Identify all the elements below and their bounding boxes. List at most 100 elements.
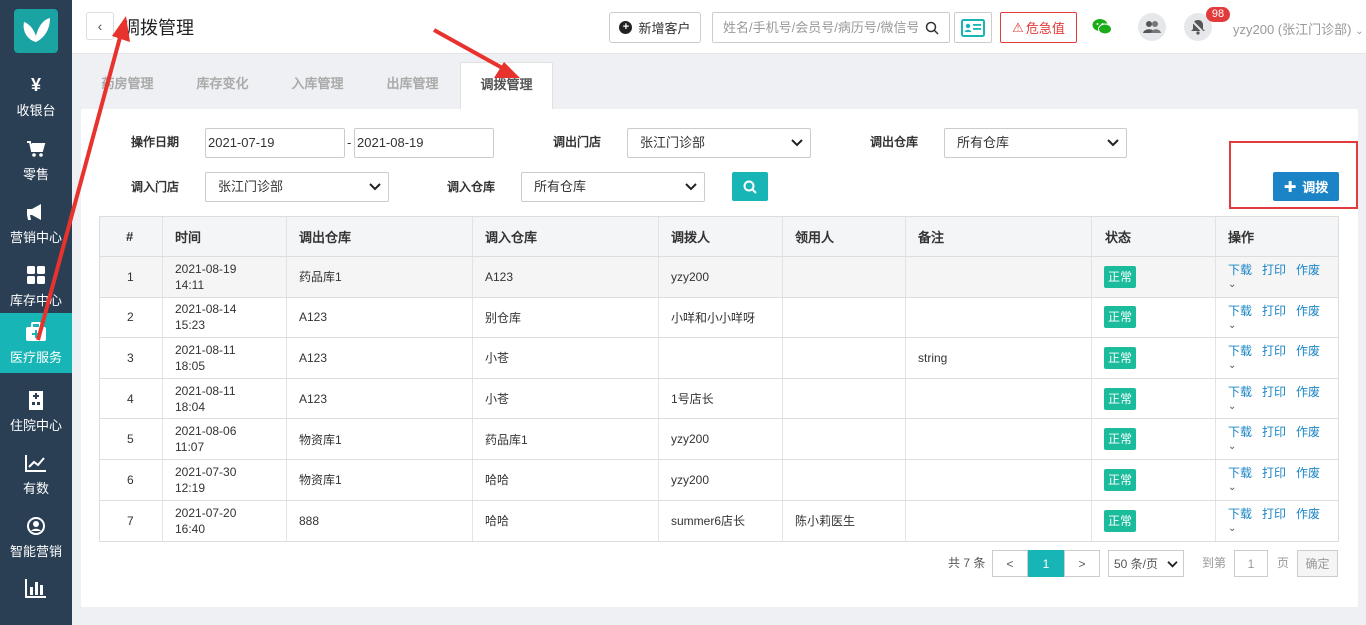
cell-index: 6 — [127, 472, 134, 487]
void-link[interactable]: 作废 — [1296, 344, 1320, 358]
download-link[interactable]: 下载 — [1228, 466, 1252, 480]
cell-date: 2021-07-20 — [175, 505, 237, 520]
goto-page-input[interactable]: 1 — [1234, 550, 1268, 577]
back-button[interactable]: ‹ — [86, 12, 114, 40]
pagination-next-button[interactable]: > — [1064, 550, 1100, 577]
group-users-icon[interactable] — [1138, 13, 1166, 41]
cell-out-warehouse: A123 — [299, 310, 328, 325]
status-badge: 正常 — [1104, 265, 1137, 288]
cell-time: 2021-08-11 18:05 — [175, 338, 236, 378]
cell-time: 2021-07-30 12:19 — [175, 460, 236, 500]
wechat-icon[interactable] — [1091, 16, 1113, 38]
id-card-button[interactable] — [954, 12, 992, 43]
cell-out-warehouse: 物资库1 — [299, 432, 342, 447]
new-customer-button[interactable]: + 新增客户 — [609, 12, 701, 43]
cell-index: 5 — [127, 432, 134, 447]
download-link[interactable]: 下载 — [1228, 344, 1252, 358]
app-logo[interactable] — [14, 9, 58, 53]
cell-time: 2021-07-20 16:40 — [175, 501, 236, 542]
cell-in-warehouse: 小苍 — [485, 351, 510, 366]
cell-status: 正常 — [1104, 338, 1137, 378]
cell-status: 正常 — [1104, 501, 1137, 542]
download-link[interactable]: 下载 — [1228, 507, 1252, 521]
out-store-select[interactable]: 张江门诊部 — [627, 128, 811, 158]
megaphone-icon — [25, 200, 47, 224]
col-header-receiver: 领用人 — [795, 230, 835, 245]
chevron-down-icon[interactable]: ⌄ — [1228, 320, 1330, 331]
cell-clock: 14:11 — [175, 277, 205, 292]
pagination-prev-button[interactable]: < — [992, 550, 1028, 577]
search-icon — [743, 180, 757, 194]
critical-value-button[interactable]: ⚠ 危急值 — [1000, 12, 1077, 43]
sidebar-item-inventory[interactable]: 库存中心 — [0, 256, 72, 316]
critical-value-label: 危急值 — [1025, 21, 1065, 36]
trend-icon — [25, 451, 47, 475]
print-link[interactable]: 打印 — [1262, 344, 1286, 358]
sidebar-item-reports[interactable] — [0, 560, 72, 616]
add-transfer-button[interactable]: ✚ 调拨 — [1273, 172, 1339, 201]
chevron-down-icon — [1167, 561, 1178, 568]
sidebar-item-smart-marketing[interactable]: 智能营销 — [0, 507, 72, 567]
tab-stock-change[interactable]: 库存变化 — [175, 62, 270, 110]
sidebar-item-marketing[interactable]: 营销中心 — [0, 193, 72, 253]
tab-outbound[interactable]: 出库管理 — [365, 62, 460, 110]
download-link[interactable]: 下载 — [1228, 304, 1252, 318]
void-link[interactable]: 作废 — [1296, 385, 1320, 399]
table-row: 6 2021-07-30 12:19 物资库1 哈哈 yzy200 正常 下载 打印 作废 ⌄ — [100, 459, 1338, 501]
print-link[interactable]: 打印 — [1262, 466, 1286, 480]
out-warehouse-select[interactable]: 所有仓库 — [944, 128, 1127, 158]
pagination-page-1[interactable]: 1 — [1028, 550, 1064, 577]
chevron-down-icon[interactable]: ⌄ — [1228, 360, 1330, 371]
chevron-down-icon[interactable]: ⌄ — [1228, 279, 1330, 290]
search-button[interactable] — [732, 172, 768, 201]
download-link[interactable]: 下载 — [1228, 263, 1252, 277]
sidebar-item-retail[interactable]: 零售 — [0, 130, 72, 190]
print-link[interactable]: 打印 — [1262, 385, 1286, 399]
in-store-select[interactable]: 张江门诊部 — [205, 172, 389, 202]
page-size-value: 50 条/页 — [1114, 557, 1159, 571]
print-link[interactable]: 打印 — [1262, 304, 1286, 318]
cell-time: 2021-08-19 14:11 — [175, 257, 236, 297]
sidebar-item-medical[interactable]: 医疗服务 — [0, 313, 72, 373]
cell-index: 2 — [127, 310, 134, 325]
print-link[interactable]: 打印 — [1262, 507, 1286, 521]
cell-out-warehouse: A123 — [299, 391, 328, 406]
chevron-down-icon[interactable]: ⌄ — [1228, 441, 1330, 452]
customer-search-input[interactable] — [713, 13, 918, 42]
cell-in-warehouse: 别仓库 — [485, 310, 522, 325]
void-link[interactable]: 作废 — [1296, 507, 1320, 521]
cell-clock: 16:40 — [175, 521, 206, 536]
sidebar-item-inpatient[interactable]: 住院中心 — [0, 381, 72, 441]
download-link[interactable]: 下载 — [1228, 385, 1252, 399]
in-warehouse-select[interactable]: 所有仓库 — [521, 172, 705, 202]
tab-inbound[interactable]: 入库管理 — [270, 62, 365, 110]
cell-status: 正常 — [1104, 460, 1137, 500]
goto-confirm-button[interactable]: 确定 — [1297, 550, 1338, 577]
sidebar-item-cashier[interactable]: ¥ 收银台 — [0, 66, 72, 126]
in-store-value: 张江门诊部 — [218, 179, 284, 194]
cell-actions: 下载 打印 作废 ⌄ — [1228, 342, 1330, 371]
download-link[interactable]: 下载 — [1228, 425, 1252, 439]
print-link[interactable]: 打印 — [1262, 425, 1286, 439]
date-to-input[interactable]: 2021-08-19 — [354, 128, 494, 158]
date-from-input[interactable]: 2021-07-19 — [205, 128, 345, 158]
user-menu[interactable]: yzy200 (张江门诊部) ⌄ — [1233, 19, 1363, 38]
cell-in-warehouse: 药品库1 — [485, 432, 528, 447]
void-link[interactable]: 作废 — [1296, 304, 1320, 318]
chevron-down-icon[interactable]: ⌄ — [1228, 482, 1330, 493]
tab-pharmacy[interactable]: 药房管理 — [80, 62, 175, 110]
chevron-down-icon — [369, 183, 381, 191]
sidebar-item-analytics[interactable]: 有数 — [0, 444, 72, 504]
print-link[interactable]: 打印 — [1262, 263, 1286, 277]
status-badge: 正常 — [1104, 346, 1137, 369]
void-link[interactable]: 作废 — [1296, 466, 1320, 480]
cell-in-warehouse: 哈哈 — [485, 514, 510, 529]
page-size-select[interactable]: 50 条/页 — [1108, 550, 1184, 577]
plus-icon: ✚ — [1283, 178, 1297, 196]
void-link[interactable]: 作废 — [1296, 425, 1320, 439]
void-link[interactable]: 作废 — [1296, 263, 1320, 277]
search-icon[interactable] — [918, 21, 946, 35]
tab-transfer[interactable]: 调拨管理 — [460, 62, 553, 110]
chevron-down-icon[interactable]: ⌄ — [1228, 523, 1330, 534]
chevron-down-icon[interactable]: ⌄ — [1228, 401, 1330, 412]
